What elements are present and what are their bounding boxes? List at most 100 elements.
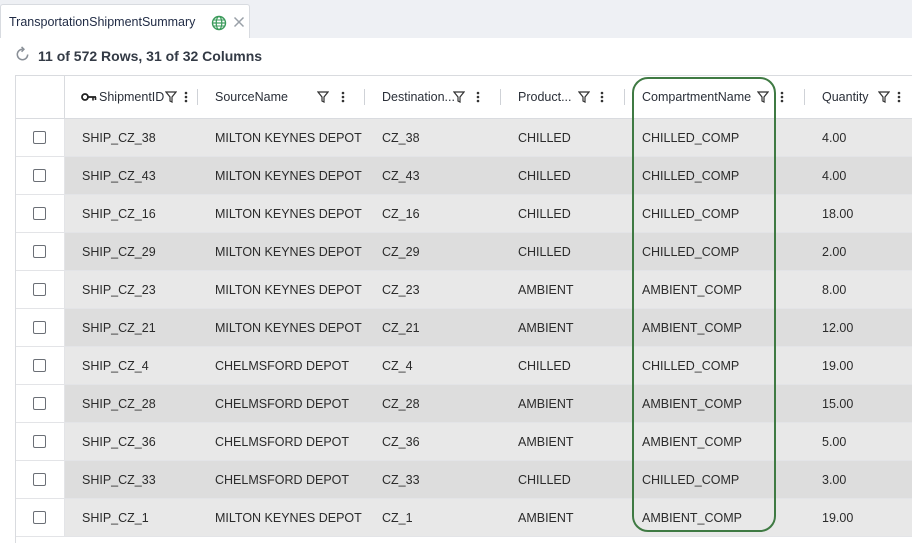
grid-header: ShipmentID SourceName Destination... Pro… <box>16 76 912 119</box>
table-row[interactable]: SHIP_CZ_33 CHELMSFORD DEPOT CZ_33 CHILLE… <box>16 461 912 499</box>
row-checkbox[interactable] <box>33 473 46 486</box>
cell-destination: CZ_21 <box>382 321 420 335</box>
row-checkbox[interactable] <box>33 283 46 296</box>
cell-compartment-name: AMBIENT_COMP <box>642 283 743 297</box>
column-label: ShipmentID <box>99 90 165 104</box>
row-select-cell <box>16 461 65 498</box>
cell-quantity: 12.00 <box>822 321 854 335</box>
row-background <box>65 385 912 422</box>
cell-compartment-name: AMBIENT_COMP <box>642 321 743 335</box>
cell-quantity: 19.00 <box>822 359 854 373</box>
column-label: Quantity <box>822 90 869 104</box>
kebab-menu-icon[interactable] <box>340 90 346 104</box>
column-header-product[interactable]: Product... <box>501 76 625 118</box>
kebab-menu-icon[interactable] <box>183 90 189 104</box>
cell-destination: CZ_1 <box>382 511 413 525</box>
cell-shipment-id: SHIP_CZ_28 <box>82 397 156 411</box>
cell-shipment-id: SHIP_CZ_16 <box>82 207 156 221</box>
cell-product: CHILLED <box>518 245 571 259</box>
row-background <box>65 423 912 460</box>
row-select-cell <box>16 271 65 308</box>
cell-quantity: 19.00 <box>822 511 854 525</box>
cell-shipment-id: SHIP_CZ_29 <box>82 245 156 259</box>
tab-transportation-shipment-summary[interactable]: TransportationShipmentSummary <box>0 4 250 38</box>
kebab-menu-icon[interactable] <box>599 90 605 104</box>
cell-destination: CZ_33 <box>382 473 420 487</box>
cell-destination: CZ_29 <box>382 245 420 259</box>
row-background <box>65 119 912 156</box>
cell-quantity: 18.00 <box>822 207 854 221</box>
cell-destination: CZ_38 <box>382 131 420 145</box>
table-row[interactable]: SHIP_CZ_23 MILTON KEYNES DEPOT CZ_23 AMB… <box>16 271 912 309</box>
table-row[interactable]: SHIP_CZ_36 CHELMSFORD DEPOT CZ_36 AMBIEN… <box>16 423 912 461</box>
table-row[interactable]: SHIP_CZ_38 MILTON KEYNES DEPOT CZ_38 CHI… <box>16 119 912 157</box>
row-checkbox[interactable] <box>33 321 46 334</box>
table-row[interactable]: SHIP_CZ_1 MILTON KEYNES DEPOT CZ_1 AMBIE… <box>16 499 912 537</box>
table-row[interactable]: SHIP_CZ_28 CHELMSFORD DEPOT CZ_28 AMBIEN… <box>16 385 912 423</box>
row-select-cell <box>16 385 65 422</box>
cell-destination: CZ_36 <box>382 435 420 449</box>
column-header-source-name[interactable]: SourceName <box>198 76 365 118</box>
row-select-cell <box>16 195 65 232</box>
table-row[interactable]: SHIP_CZ_43 MILTON KEYNES DEPOT CZ_43 CHI… <box>16 157 912 195</box>
cell-source-name: CHELMSFORD DEPOT <box>215 435 350 449</box>
filter-icon[interactable] <box>757 90 769 104</box>
cell-shipment-id: SHIP_CZ_38 <box>82 131 156 145</box>
table-row[interactable]: SHIP_CZ_21 MILTON KEYNES DEPOT CZ_21 AMB… <box>16 309 912 347</box>
filter-icon[interactable] <box>165 90 177 104</box>
key-icon <box>81 93 97 101</box>
cell-source-name: MILTON KEYNES DEPOT <box>215 245 362 259</box>
row-background <box>65 271 912 308</box>
row-background <box>65 461 912 498</box>
row-checkbox[interactable] <box>33 207 46 220</box>
close-icon[interactable] <box>232 15 246 29</box>
cell-shipment-id: SHIP_CZ_23 <box>82 283 156 297</box>
cell-quantity: 2.00 <box>822 245 847 259</box>
kebab-menu-icon[interactable] <box>896 90 902 104</box>
column-header-destination[interactable]: Destination... <box>365 76 501 118</box>
row-checkbox[interactable] <box>33 359 46 372</box>
column-label: CompartmentName <box>642 90 752 104</box>
select-column-header <box>16 76 65 118</box>
kebab-menu-icon[interactable] <box>475 90 481 104</box>
row-select-cell <box>16 499 65 536</box>
cell-quantity: 15.00 <box>822 397 854 411</box>
row-checkbox[interactable] <box>33 131 46 144</box>
tab-title: TransportationShipmentSummary <box>9 15 196 29</box>
row-checkbox[interactable] <box>33 245 46 258</box>
cell-product: CHILLED <box>518 131 571 145</box>
cell-destination: CZ_23 <box>382 283 420 297</box>
cell-destination: CZ_43 <box>382 169 420 183</box>
table-row[interactable]: SHIP_CZ_29 MILTON KEYNES DEPOT CZ_29 CHI… <box>16 233 912 271</box>
row-checkbox[interactable] <box>33 397 46 410</box>
kebab-menu-icon[interactable] <box>779 90 785 104</box>
cell-quantity: 4.00 <box>822 169 847 183</box>
column-label: Product... <box>518 90 572 104</box>
filter-icon[interactable] <box>578 90 590 104</box>
tab-bar: TransportationShipmentSummary <box>0 0 912 39</box>
cell-compartment-name: CHILLED_COMP <box>642 131 740 145</box>
filter-icon[interactable] <box>878 90 890 104</box>
filter-icon[interactable] <box>453 90 465 104</box>
column-header-shipment-id[interactable]: ShipmentID <box>65 76 198 118</box>
row-checkbox[interactable] <box>33 169 46 182</box>
cell-product: CHILLED <box>518 169 571 183</box>
row-select-cell <box>16 233 65 270</box>
row-checkbox[interactable] <box>33 435 46 448</box>
cell-compartment-name: CHILLED_COMP <box>642 245 740 259</box>
filter-icon[interactable] <box>317 90 329 104</box>
cell-quantity: 3.00 <box>822 473 847 487</box>
row-background <box>65 157 912 194</box>
refresh-icon[interactable] <box>14 46 31 63</box>
column-label: SourceName <box>215 90 288 104</box>
cell-source-name: MILTON KEYNES DEPOT <box>215 169 362 183</box>
row-checkbox[interactable] <box>33 511 46 524</box>
cell-product: CHILLED <box>518 359 571 373</box>
cell-product: AMBIENT <box>518 283 574 297</box>
cell-product: CHILLED <box>518 473 571 487</box>
table-row[interactable]: SHIP_CZ_16 MILTON KEYNES DEPOT CZ_16 CHI… <box>16 195 912 233</box>
column-header-compartment-name[interactable]: CompartmentName <box>625 76 805 118</box>
table-row[interactable]: SHIP_CZ_4 CHELMSFORD DEPOT CZ_4 CHILLED … <box>16 347 912 385</box>
column-header-quantity[interactable]: Quantity <box>805 76 912 118</box>
cell-product: AMBIENT <box>518 511 574 525</box>
